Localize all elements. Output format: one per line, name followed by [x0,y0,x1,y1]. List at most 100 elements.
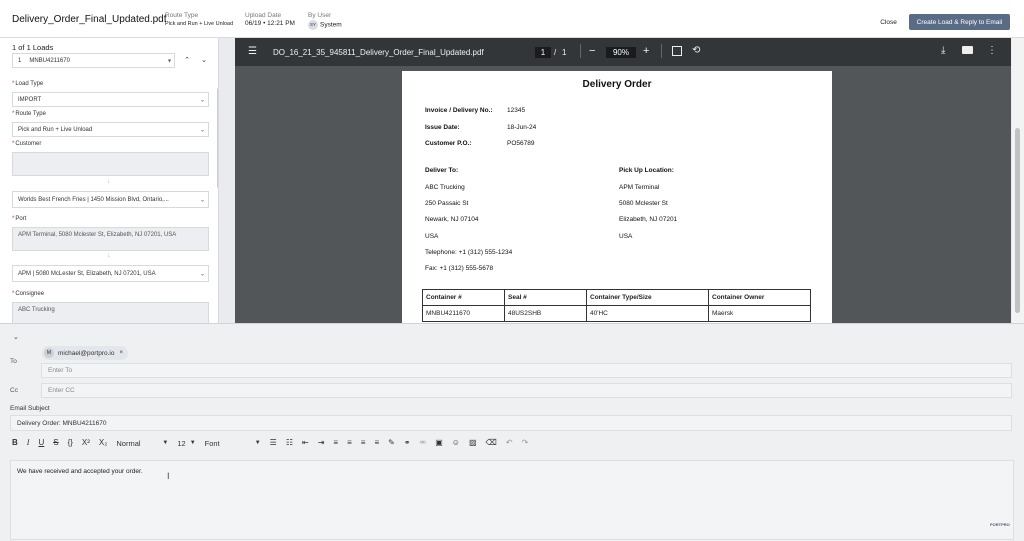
email-body-editor[interactable]: We have received and accepted your order… [10,460,1014,540]
arrow-down-icon: ↓ [107,252,111,259]
download-icon[interactable]: ⤓ [941,45,945,56]
zoom-out-icon[interactable]: − [589,45,595,57]
invoice-value: 12345 [507,107,526,114]
prev-load-button[interactable]: ⌃ [180,54,194,68]
cc-input[interactable]: Enter CC [41,383,1012,398]
loads-count: 1 of 1 Loads [12,43,54,52]
page-separator: / [554,48,557,57]
format-value: Normal [116,438,141,448]
eraser-icon[interactable]: ⌫ [486,437,497,449]
pdf-scrollbar[interactable] [1012,38,1024,323]
deliver-to-line: ABC Trucking [425,184,465,191]
pdf-toolbar: ☰ DO_16_21_35_945811_Delivery_Order_Fina… [235,38,1011,66]
brand-logo: PORTPRO [990,522,1010,527]
pickup-line: 5080 Mclester St [619,200,668,207]
subject-label: Email Subject [10,405,50,412]
consignee-label: *Consignee [12,291,45,297]
align-justify-icon[interactable]: ≡ [374,437,379,449]
align-left-icon[interactable]: ≡ [333,437,338,449]
upload-date-label: Upload Date [245,12,282,19]
link-icon[interactable]: ⚭ [404,437,411,449]
deliver-to-line: USA [425,233,439,240]
po-label: Customer P.O.: [425,140,472,147]
align-center-icon[interactable]: ≡ [347,437,352,449]
customer-value: Worlds Best French Fries | 1450 Mission … [18,196,169,203]
table-cell: 48US2SHB [504,305,587,322]
pickup-line: APM Terminal [619,184,660,191]
deliver-to-label: Deliver To: [425,167,459,174]
chevron-down-icon: ⌄ [199,197,205,203]
menu-icon[interactable]: ☰ [248,46,257,57]
image-icon[interactable]: ▨ [469,437,477,449]
numbered-list-icon[interactable]: ☷ [286,437,293,449]
left-scrollbar[interactable] [217,88,218,188]
fit-page-icon[interactable] [672,46,682,56]
font-select[interactable]: Font ▼ [205,439,261,448]
deliver-to-line: Newark, NJ 07104 [425,216,479,223]
create-load-reply-button[interactable]: Create Load & Reply to Email [909,14,1010,30]
print-icon[interactable] [962,46,973,54]
next-load-button[interactable]: ⌄ [197,54,211,68]
embed-icon[interactable]: ▣ [435,437,443,449]
route-type-select[interactable]: Pick and Run + Live Unload ⌄ [12,122,209,137]
table-header: Container # [422,289,505,306]
load-selector[interactable]: 1 MNBU4211670 ▾ [12,53,175,68]
subject-input[interactable]: Delivery Order: MNBU4211670 [10,415,1012,431]
toolbar-divider [661,44,662,58]
bullet-list-icon[interactable]: ☰ [270,437,277,449]
color-picker-icon[interactable]: ✎ [388,437,395,449]
recipient-email: michael@portpro.io [58,349,115,357]
emoji-icon[interactable]: ☺ [452,437,460,449]
port-textarea[interactable]: APM Terminal, 5080 Mclester St, Elizabet… [12,227,209,251]
editor-toolbar: B I U S {} X² X₂ Normal ▼ 12 ▼ Font ▼ ☰ ☷ ⇤… [12,434,537,452]
undo-icon[interactable]: ↶ [506,437,513,449]
to-input[interactable]: Enter To [41,363,1012,378]
unlink-icon[interactable]: ⚮ [420,437,427,449]
load-type-select[interactable]: IMPORT ⌄ [12,92,209,107]
rotate-icon[interactable]: ⟲ [692,45,700,56]
bold-button[interactable]: B [12,437,18,449]
caret-down-icon: ▼ [254,440,261,446]
superscript-button[interactable]: X² [82,437,90,449]
font-value: Font [204,438,220,448]
recipient-chip[interactable]: M michael@portpro.io × [42,346,128,360]
chevron-down-icon: ⌄ [201,57,207,64]
load-number: MNBU4211670 [29,57,70,64]
customer-textarea[interactable] [12,152,209,176]
consignee-textarea[interactable]: ABC Trucking [12,302,209,323]
collapse-chevron-icon[interactable]: ⌄ [13,333,19,341]
consignee-label-text: Consignee [15,291,45,297]
issue-date-label: Issue Date: [425,124,460,131]
more-options-icon[interactable]: ⋮ [987,45,997,56]
zoom-in-icon[interactable]: + [643,45,649,57]
strikethrough-button[interactable]: S [53,437,58,449]
load-type-value: IMPORT [18,96,42,103]
close-button[interactable]: Close [872,14,905,30]
chevron-down-icon: ▾ [167,58,171,64]
pdf-page: Delivery Order Invoice / Delivery No.: 1… [402,71,832,323]
align-right-icon[interactable]: ≡ [361,437,366,449]
indent-icon[interactable]: ⇥ [318,437,325,449]
cc-label: Cc [10,387,18,394]
underline-button[interactable]: U [38,437,44,449]
font-size-select[interactable]: 12 ▼ [177,439,195,448]
scrollbar-thumb[interactable] [1015,128,1020,313]
file-name: Delivery_Order_Final_Updated.pdf [12,14,167,25]
route-type-value: Pick and Run + Live Unload [165,21,234,27]
format-select[interactable]: Normal ▼ [116,439,168,448]
load-form-panel: 1 of 1 Loads 1 MNBU4211670 ▾ ⌃ ⌄ *Load T… [0,38,219,323]
pdf-file-name: DO_16_21_35_945811_Delivery_Order_Final_… [273,48,484,57]
redo-icon[interactable]: ↷ [522,437,529,449]
to-label: To [10,358,17,365]
subscript-button[interactable]: X₂ [99,437,107,449]
outdent-icon[interactable]: ⇤ [302,437,309,449]
italic-button[interactable]: I [27,437,30,449]
customer-select[interactable]: Worlds Best French Fries | 1450 Mission … [12,191,209,208]
table-row: MNBU4211670 48US2SHB 40'HC Maersk [422,305,811,322]
code-button[interactable]: {} [68,437,73,449]
port-select[interactable]: APM | 5080 McLester St, Elizabeth, NJ 07… [12,265,209,282]
po-value: PO56789 [507,140,535,147]
page-input[interactable]: 1 [535,47,551,58]
zoom-level[interactable]: 90% [606,47,636,58]
remove-recipient-icon[interactable]: × [119,350,123,356]
